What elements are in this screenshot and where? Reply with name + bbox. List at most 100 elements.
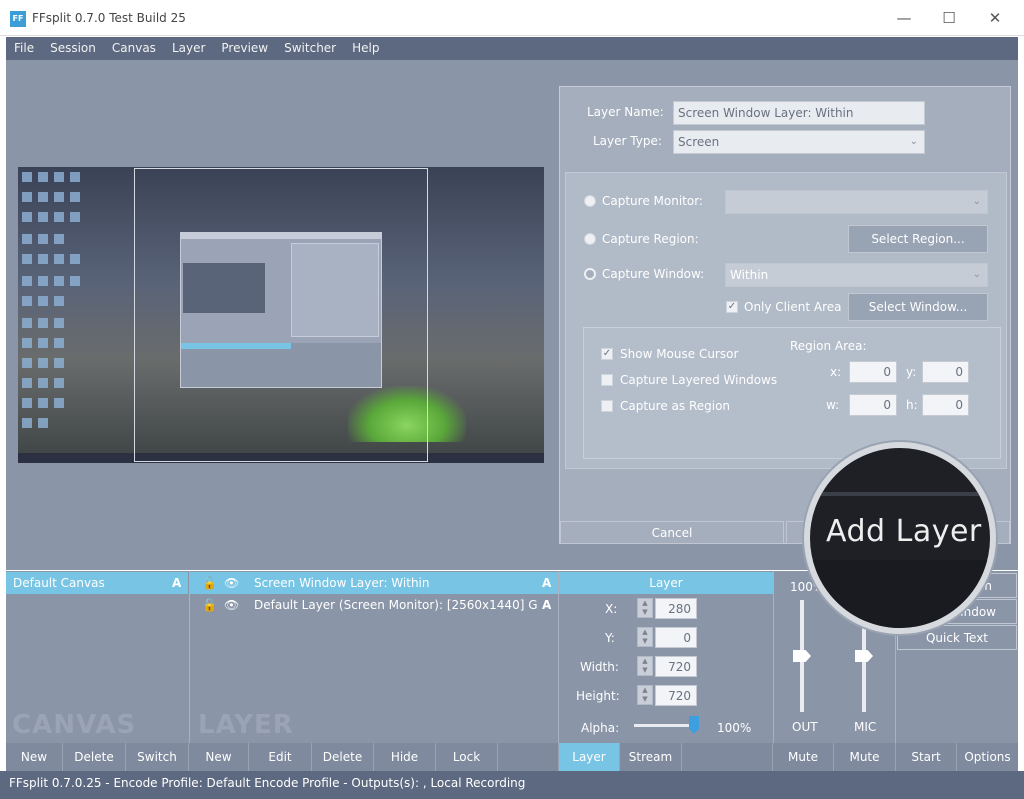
desktop-icon bbox=[54, 378, 64, 388]
mute-mic-button[interactable]: Mute bbox=[834, 743, 896, 771]
layer-new-button[interactable]: New bbox=[189, 743, 249, 771]
desktop-icon bbox=[38, 398, 48, 408]
unlock-icon[interactable]: 🔓 bbox=[202, 572, 217, 594]
canvas-new-button[interactable]: New bbox=[6, 743, 63, 771]
y-spinner[interactable]: ▲ ▼ bbox=[637, 627, 653, 647]
chevron-down-icon: ⌄ bbox=[972, 196, 981, 207]
capture-monitor-radio[interactable] bbox=[584, 195, 596, 207]
x-input[interactable]: 280 bbox=[655, 598, 697, 619]
desktop-icon bbox=[54, 358, 64, 368]
chevron-down-icon: ⌄ bbox=[909, 136, 918, 147]
rename-icon[interactable]: A bbox=[542, 572, 551, 594]
start-button[interactable]: Start bbox=[896, 743, 957, 771]
menu-bar: File Session Canvas Layer Preview Switcher Hel… bbox=[6, 37, 1018, 60]
capture-layered-windows-checkbox[interactable] bbox=[601, 374, 613, 386]
canvas-switch-button[interactable]: Switch bbox=[126, 743, 189, 771]
rename-icon[interactable]: A bbox=[542, 594, 551, 616]
capture-window-label: Capture Window: bbox=[602, 267, 705, 281]
desktop-icon bbox=[38, 318, 48, 328]
desktop-icon bbox=[54, 398, 64, 408]
desktop-icon bbox=[22, 358, 32, 368]
status-bar: FFsplit 0.7.0.25 - Encode Profile: Defau… bbox=[0, 771, 1024, 799]
x-spinner[interactable]: ▲ ▼ bbox=[637, 598, 653, 618]
capture-as-region-checkbox[interactable] bbox=[601, 400, 613, 412]
canvas-item-default[interactable]: Default Canvas A bbox=[6, 572, 188, 594]
mute-out-button[interactable]: Mute bbox=[773, 743, 834, 771]
layer-row-selected[interactable]: 🔓 👁 Screen Window Layer: Within A bbox=[190, 572, 558, 594]
menu-preview[interactable]: Preview bbox=[213, 37, 276, 60]
capture-window-select[interactable]: Within ⌄ bbox=[725, 263, 988, 287]
layer-hide-button[interactable]: Hide bbox=[374, 743, 436, 771]
region-w-input[interactable]: 0 bbox=[849, 394, 897, 416]
capture-region-radio[interactable] bbox=[584, 233, 596, 245]
eye-icon[interactable]: 👁 bbox=[224, 594, 239, 616]
layer-edit-button[interactable]: Edit bbox=[249, 743, 312, 771]
desktop-icon bbox=[54, 254, 64, 264]
desktop-icon bbox=[38, 378, 48, 388]
bottom-toolbar: New Delete Switch New Edit Delete Hide L… bbox=[6, 743, 1018, 771]
layer-name-label: Layer Name: bbox=[587, 105, 664, 119]
desktop-icon bbox=[38, 296, 48, 306]
unlock-icon[interactable]: 🔓 bbox=[202, 594, 217, 616]
cancel-button[interactable]: Cancel bbox=[560, 521, 784, 544]
alpha-label: Alpha: bbox=[581, 721, 620, 735]
capture-monitor-select[interactable]: ⌄ bbox=[725, 190, 988, 214]
select-region-button[interactable]: Select Region... bbox=[848, 225, 988, 253]
region-h-label: h: bbox=[906, 398, 918, 412]
desktop-icon bbox=[54, 212, 64, 222]
desktop-icon bbox=[22, 318, 32, 328]
menu-canvas[interactable]: Canvas bbox=[104, 37, 164, 60]
show-mouse-cursor-checkbox[interactable]: ✓ bbox=[601, 348, 613, 360]
capture-window-radio[interactable] bbox=[584, 268, 596, 280]
menu-layer[interactable]: Layer bbox=[164, 37, 213, 60]
layer-lock-button[interactable]: Lock bbox=[436, 743, 498, 771]
alpha-slider-track[interactable] bbox=[634, 724, 694, 727]
options-button[interactable]: Options bbox=[957, 743, 1018, 771]
region-y-input[interactable]: 0 bbox=[922, 361, 969, 383]
width-spinner[interactable]: ▲ ▼ bbox=[637, 656, 653, 676]
desktop-icons bbox=[22, 172, 82, 452]
select-window-button[interactable]: Select Window... bbox=[848, 293, 988, 321]
layer-type-value: Screen bbox=[678, 135, 720, 149]
canvas-delete-button[interactable]: Delete bbox=[63, 743, 126, 771]
eye-icon[interactable]: 👁 bbox=[224, 572, 239, 594]
tab-stream[interactable]: Stream bbox=[620, 743, 682, 771]
close-button[interactable]: ✕ bbox=[975, 6, 1015, 30]
y-input[interactable]: 0 bbox=[655, 627, 697, 648]
height-spinner[interactable]: ▲ ▼ bbox=[637, 685, 653, 705]
app-icon: FF bbox=[10, 11, 26, 27]
desktop-icon bbox=[54, 234, 64, 244]
layer-name-input[interactable]: Screen Window Layer: Within bbox=[673, 101, 925, 125]
magnifier-lower bbox=[810, 560, 990, 628]
height-input[interactable]: 720 bbox=[655, 685, 697, 706]
region-area-label: Region Area: bbox=[790, 339, 867, 353]
menu-session[interactable]: Session bbox=[42, 37, 104, 60]
desktop-icon bbox=[38, 212, 48, 222]
menu-file[interactable]: File bbox=[6, 37, 42, 60]
rename-icon[interactable]: A bbox=[172, 572, 181, 594]
desktop-icon bbox=[38, 276, 48, 286]
mic-label: MIC bbox=[854, 720, 877, 734]
region-h-input[interactable]: 0 bbox=[922, 394, 969, 416]
tab-layer[interactable]: Layer bbox=[559, 743, 620, 771]
layer-delete-button[interactable]: Delete bbox=[312, 743, 374, 771]
minimize-button[interactable]: — bbox=[884, 6, 924, 30]
desktop-icon bbox=[54, 192, 64, 202]
desktop-icon bbox=[54, 276, 64, 286]
desktop-icon bbox=[54, 172, 64, 182]
maximize-button[interactable]: ☐ bbox=[929, 6, 969, 30]
region-x-input[interactable]: 0 bbox=[849, 361, 897, 383]
toolbar-spacer bbox=[498, 743, 559, 771]
width-input[interactable]: 720 bbox=[655, 656, 697, 677]
add-layer-button[interactable]: Add Layer bbox=[826, 514, 982, 549]
region-x-label: x: bbox=[830, 365, 842, 379]
menu-switcher[interactable]: Switcher bbox=[276, 37, 344, 60]
layer-row[interactable]: 🔓 👁 Default Layer (Screen Monitor): [256… bbox=[190, 594, 558, 616]
menu-help[interactable]: Help bbox=[344, 37, 387, 60]
layer-bounds-frame[interactable] bbox=[134, 168, 428, 462]
layer-type-select[interactable]: Screen ⌄ bbox=[673, 130, 925, 154]
desktop-icon bbox=[38, 172, 48, 182]
width-label: Width: bbox=[580, 660, 619, 674]
desktop-icon bbox=[38, 234, 48, 244]
only-client-area-checkbox[interactable]: ✓ bbox=[726, 301, 738, 313]
